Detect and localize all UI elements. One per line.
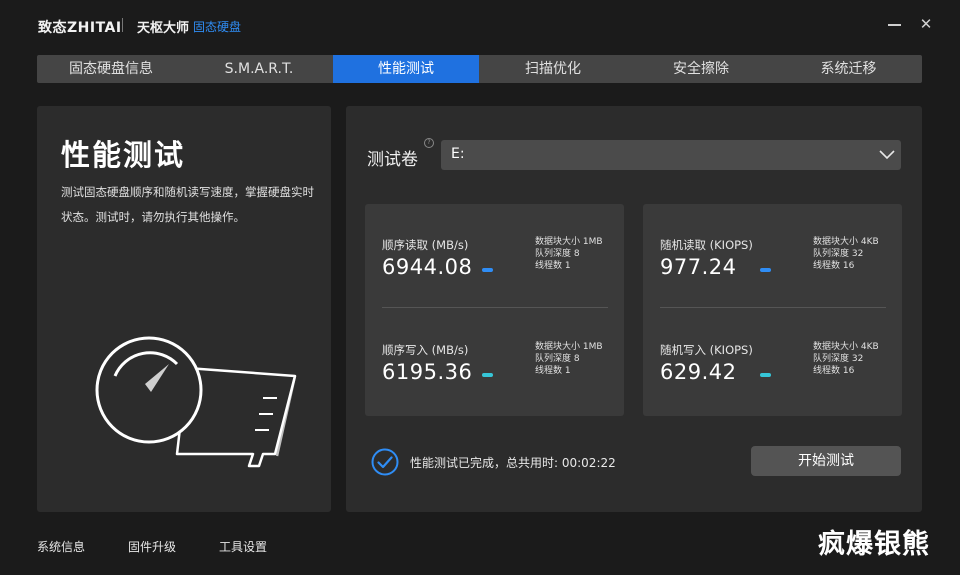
rand-write-metric: 随机写入 (KIOPS) 629.42 数据块大小 4KB 队列深度 32 线程… [643,309,902,414]
metric-label: 顺序写入 (MB/s) [382,343,469,357]
seq-read-metric: 顺序读取 (MB/s) 6944.08 数据块大小 1MB 队列深度 8 线程数… [365,204,624,309]
metric-params: 数据块大小 1MB 队列深度 8 线程数 1 [535,236,603,272]
metric-value: 6195.36 [382,360,473,384]
metric-indicator [482,373,493,377]
chevron-down-icon [879,150,895,160]
metric-indicator [760,268,771,272]
queue-depth: 队列深度 8 [535,249,580,259]
title-bar: 致态ZHITAI 天枢大师 固态硬盘 ✕ [0,0,960,52]
metric-value: 6944.08 [382,255,473,279]
main-tabs: 固态硬盘信息 S.M.A.R.T. 性能测试 扫描优化 安全擦除 系统迁移 [37,55,922,83]
tab-system-migration[interactable]: 系统迁移 [775,55,922,83]
tab-label: S.M.A.R.T. [224,61,294,77]
selected-volume: E: [451,146,465,162]
rand-read-metric: 随机读取 (KIOPS) 977.24 数据块大小 4KB 队列深度 32 线程… [643,204,902,309]
brand-logo: 致态ZHITAI [38,20,122,36]
tab-label: 系统迁移 [820,61,877,77]
block-size: 数据块大小 4KB [813,237,879,247]
close-button[interactable]: ✕ [916,14,936,34]
queue-depth: 队列深度 32 [813,249,864,259]
block-size: 数据块大小 1MB [535,342,603,352]
watermark: 疯爆银熊 [818,529,930,560]
footer-system-info[interactable]: 系统信息 [37,538,85,555]
footer-tool-settings[interactable]: 工具设置 [219,538,267,555]
speedometer-ssd-illustration [47,336,297,468]
block-size: 数据块大小 1MB [535,237,603,247]
metric-params: 数据块大小 4KB 队列深度 32 线程数 16 [813,341,879,377]
tab-label: 安全擦除 [673,61,729,77]
metric-label: 顺序读取 (MB/s) [382,238,469,252]
block-size: 数据块大小 4KB [813,342,879,352]
benchmark-panel: 测试卷 ? E: 顺序读取 (MB/s) 6944.08 数据块大小 1MB 队… [346,106,922,512]
tab-label: 性能测试 [378,61,434,77]
divider [382,307,608,308]
test-volume-select[interactable]: E: [441,140,901,170]
queue-depth: 队列深度 32 [813,354,864,364]
status-text: 性能测试已完成，总共用时: 00:02:22 [410,456,616,470]
sequential-results-card: 顺序读取 (MB/s) 6944.08 数据块大小 1MB 队列深度 8 线程数… [365,204,624,416]
intro-panel: 性能测试 测试固态硬盘顺序和随机读写速度，掌握硬盘实时状态。测试时，请勿执行其他… [37,106,331,512]
metric-value: 977.24 [660,255,737,279]
tab-scan-optimize[interactable]: 扫描优化 [479,55,627,83]
test-volume-label: 测试卷 [367,150,418,170]
check-circle-icon [371,448,399,476]
seq-write-metric: 顺序写入 (MB/s) 6195.36 数据块大小 1MB 队列深度 8 线程数… [365,309,624,414]
metric-indicator [760,373,771,377]
metric-label: 随机读取 (KIOPS) [660,238,753,252]
tab-label: 固态硬盘信息 [69,61,153,77]
thread-count: 线程数 1 [535,366,571,376]
thread-count: 线程数 1 [535,261,571,271]
metric-value: 629.42 [660,360,737,384]
page-description: 测试固态硬盘顺序和随机读写速度，掌握硬盘实时状态。测试时，请勿执行其他操作。 [61,185,314,224]
thread-count: 线程数 16 [813,366,855,376]
start-test-button[interactable]: 开始测试 [751,446,901,476]
brand-separator [122,18,123,32]
tab-label: 扫描优化 [525,61,581,77]
metric-label: 随机写入 (KIOPS) [660,343,753,357]
app-name: 天枢大师 [137,21,190,36]
thread-count: 线程数 16 [813,261,855,271]
divider [660,307,886,308]
metric-params: 数据块大小 1MB 队列深度 8 线程数 1 [535,341,603,377]
app-subtitle: 固态硬盘 [193,20,242,34]
metric-indicator [482,268,493,272]
page-title: 性能测试 [61,138,186,172]
tab-smart[interactable]: S.M.A.R.T. [185,55,333,83]
tab-ssd-info[interactable]: 固态硬盘信息 [37,55,185,83]
random-results-card: 随机读取 (KIOPS) 977.24 数据块大小 4KB 队列深度 32 线程… [643,204,902,416]
help-icon[interactable]: ? [424,138,434,148]
minimize-icon [887,24,901,26]
metric-params: 数据块大小 4KB 队列深度 32 线程数 16 [813,236,879,272]
footer-firmware-upgrade[interactable]: 固件升级 [128,538,176,555]
tab-performance-test[interactable]: 性能测试 [333,55,479,83]
queue-depth: 队列深度 8 [535,354,580,364]
tab-secure-erase[interactable]: 安全擦除 [627,55,775,83]
minimize-button[interactable] [884,14,904,34]
close-icon: ✕ [919,15,933,33]
